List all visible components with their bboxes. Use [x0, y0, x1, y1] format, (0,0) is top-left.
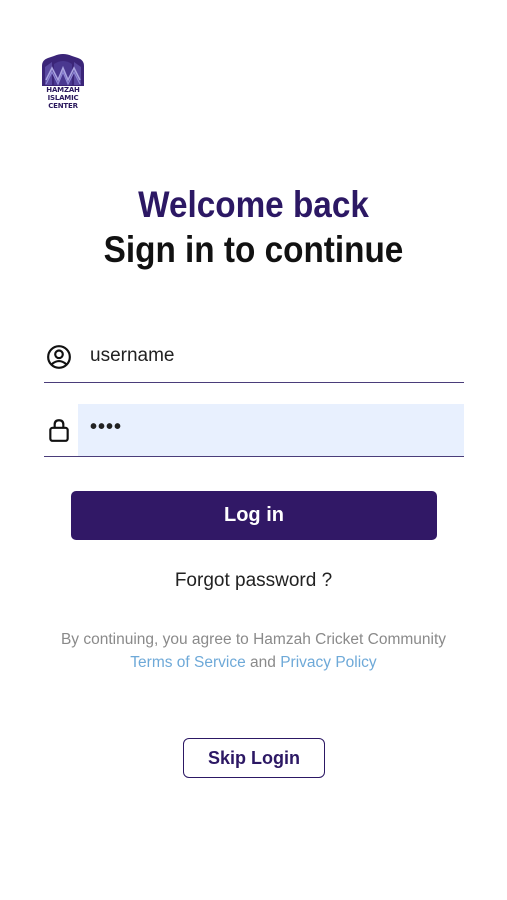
logo-line-3: CENTER	[48, 102, 78, 108]
terms-of-service-link[interactable]: Terms of Service	[130, 654, 245, 671]
terms-links-line: Terms of Service and Privacy Policy	[0, 651, 507, 674]
terms-prefix: By continuing, you agree to Hamzah Crick…	[60, 631, 447, 648]
login-button[interactable]: Log in	[71, 491, 437, 540]
lock-icon	[49, 419, 69, 442]
forgot-password-link[interactable]: Forgot password ?	[0, 570, 507, 592]
logo-line-1: HAMZAH	[46, 86, 80, 94]
username-input[interactable]: username	[90, 345, 175, 367]
terms-and-text: and	[250, 654, 276, 671]
username-field[interactable]: username	[44, 330, 464, 383]
user-circle-icon	[47, 345, 71, 369]
brand-logo: HAMZAH ISLAMIC CENTER	[40, 52, 86, 110]
signin-subtitle: Sign in to continue	[103, 229, 404, 270]
password-autofill-background	[78, 404, 464, 456]
privacy-policy-link[interactable]: Privacy Policy	[280, 654, 376, 671]
terms-notice: By continuing, you agree to Hamzah Crick…	[0, 628, 507, 674]
password-input[interactable]: ••••	[90, 416, 122, 439]
welcome-heading: Welcome back	[138, 184, 369, 225]
mosque-logo-icon	[42, 54, 84, 86]
skip-login-button[interactable]: Skip Login	[183, 738, 325, 778]
password-field[interactable]: ••••	[44, 404, 464, 457]
logo-line-2: ISLAMIC	[47, 94, 79, 102]
